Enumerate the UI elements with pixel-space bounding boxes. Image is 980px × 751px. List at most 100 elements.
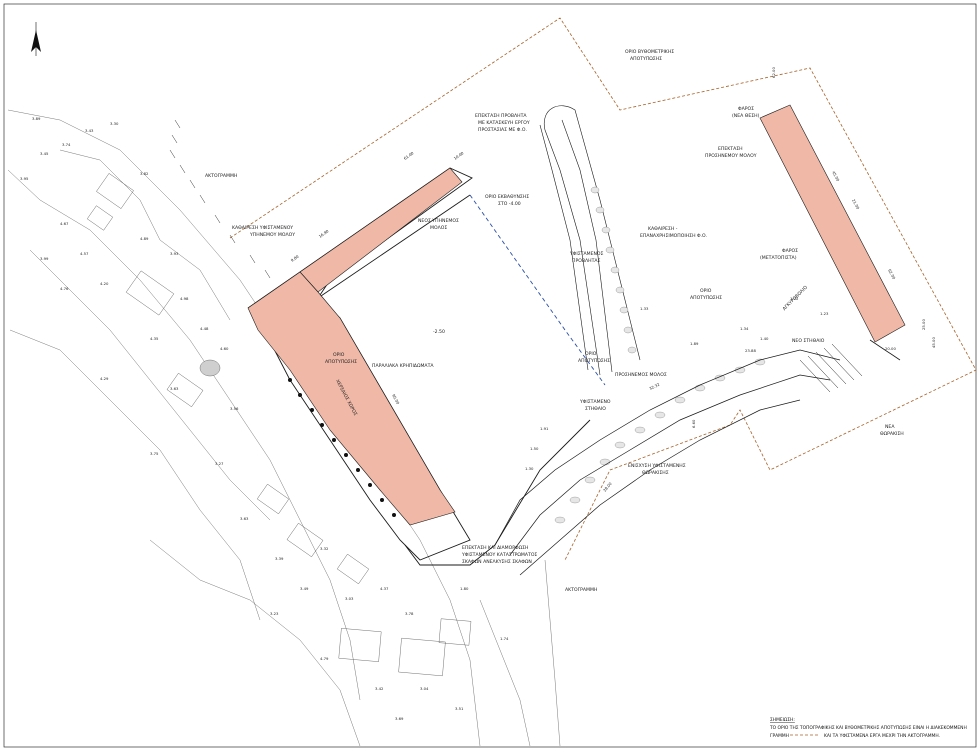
coastline-label-2: ΑΚΤΟΓΡΑΜΜΗ (565, 587, 597, 593)
land-topography (7, 109, 561, 747)
svg-text:ΠΡΟΒΛΗΤΑΣ: ΠΡΟΒΛΗΤΑΣ (572, 258, 601, 264)
new-armour-hatch (799, 343, 863, 393)
svg-text:1.50: 1.50 (530, 446, 539, 451)
dredge-limit-label: ΟΡΙΟ ΕΚΒΑΘΥΝΣΗΣ (485, 194, 529, 200)
svg-text:ΑΠΟΤΥΠΩΣΗΣ: ΑΠΟΤΥΠΩΣΗΣ (630, 56, 662, 62)
svg-text:6.60: 6.60 (691, 419, 696, 428)
svg-text:61.00: 61.00 (403, 150, 415, 161)
svg-text:3.23: 3.23 (270, 611, 279, 616)
svg-text:4.76: 4.76 (60, 286, 69, 291)
notes-block: ΣΗΜΕΙΩΣΗ: ΤΟ ΟΡΙΟ ΤΗΣ ΤΟΠΟΓΡΑΦΙΚΗΣ ΚΑΙ Β… (769, 717, 967, 739)
svg-text:3.63: 3.63 (240, 516, 249, 521)
svg-text:1.30: 1.30 (525, 466, 534, 471)
windward-mole (494, 349, 841, 576)
svg-text:ΜΕ ΚΑΤΑΣΚΕΥΗ ΕΡΓΟΥ: ΜΕ ΚΑΤΑΣΚΕΥΗ ΕΡΓΟΥ (478, 120, 530, 126)
svg-text:3.89: 3.89 (32, 116, 41, 121)
svg-text:1.80: 1.80 (460, 586, 469, 591)
svg-text:1.34: 1.34 (740, 326, 749, 331)
notes-line2b: ΚΑΙ ΤΑ ΥΦΙΣΤΑΜΕΝΑ ΕΡΓΑ ΜΕΧΡΙ ΤΗΝ ΑΚΤΟΓΡΑ… (824, 733, 940, 739)
notes-title: ΣΗΜΕΙΩΣΗ: (770, 717, 795, 723)
svg-text:3.45: 3.45 (40, 151, 49, 156)
breakwater-extension-label: ΕΠΕΚΤΑΣΗ ΠΡΟΒΛΗΤΑ (475, 113, 527, 119)
existing-pier-label: ΥΦΙΣΤΑΜΕΝΟΣ (569, 251, 604, 257)
survey-limit-label-2: ΟΡΙΟ (585, 351, 597, 357)
bathy-limit-label: ΟΡΙΟ ΒΥΘΟΜΕΤΡΙΚΗΣ (625, 49, 674, 55)
svg-text:4.89: 4.89 (140, 236, 149, 241)
svg-text:1.23: 1.23 (820, 311, 829, 316)
removal-label: ΚΑΘΑΙΡΕΣΗ ΥΦΙΣΤΑΜΕΝΟΥ (232, 225, 293, 231)
existing-wall-label: ΥΦΙΣΤΑΜΕΝΟ (579, 399, 611, 405)
svg-text:4.20: 4.20 (100, 281, 109, 286)
svg-text:3.78: 3.78 (405, 611, 414, 616)
svg-text:ΘΩΡΑΚΙΣΗ: ΘΩΡΑΚΙΣΗ (880, 431, 904, 437)
svg-text:4.37: 4.37 (380, 586, 389, 591)
svg-text:ΥΦΙΣΤΑΜΕΝΟΥ ΚΑΤΑΣΤΡΩΜΑΤΟΣ: ΥΦΙΣΤΑΜΕΝΟΥ ΚΑΤΑΣΤΡΩΜΑΤΟΣ (461, 552, 537, 558)
svg-text:10.00: 10.00 (453, 150, 465, 161)
svg-text:ΜΟΛΟΣ: ΜΟΛΟΣ (430, 225, 447, 231)
svg-text:3.69: 3.69 (395, 716, 404, 721)
svg-text:62.00: 62.00 (887, 268, 897, 280)
svg-text:3.56: 3.56 (230, 406, 239, 411)
svg-text:3.04: 3.04 (420, 686, 429, 691)
site-plan: ΑΚΤΟΓΡΑΜΜΗ ΑΚΤΟΓΡΑΜΜΗ ΟΡΙΟ ΒΥΘΟΜΕΤΡΙΚΗΣ … (3, 3, 977, 748)
svg-text:ΣΤΟ -4.00: ΣΤΟ -4.00 (498, 201, 521, 207)
reinforce-armour-label: ΕΝΙΣΧΥΣΗ ΥΦΙΣΤΑΜΕΝΗΣ (628, 463, 686, 469)
new-mole-label: ΝΕΟΣ ΥΠΗΝΕΜΟΣ (418, 218, 459, 224)
svg-text:3.75: 3.75 (150, 451, 159, 456)
cleaning-label: ΚΑΘΑΙΡΕΣΗ - (648, 226, 678, 232)
depth-label: -2.50 (433, 329, 445, 335)
svg-text:3.99: 3.99 (40, 256, 49, 261)
svg-text:(ΜΕΤΑΤΟΠΙΣΤΑ): (ΜΕΤΑΤΟΠΙΣΤΑ) (760, 255, 797, 261)
svg-text:ΑΠΟΤΥΠΩΣΗΣ: ΑΠΟΤΥΠΩΣΗΣ (690, 295, 722, 301)
svg-text:4.48: 4.48 (200, 326, 209, 331)
notes-line2a: ΓΡΑΜΜΗ (770, 733, 789, 739)
svg-text:3.63: 3.63 (170, 386, 179, 391)
svg-text:3.30: 3.30 (110, 121, 119, 126)
svg-text:4.67: 4.67 (60, 221, 69, 226)
lee-mole-extension-label: ΕΠΕΚΤΑΣΗ (718, 146, 743, 152)
svg-text:4.60: 4.60 (220, 346, 229, 351)
svg-text:3.03: 3.03 (345, 596, 354, 601)
quay-walls-label: ΠΑΡΑΛΙΑΚΑ ΚΡΗΠΙΔΩΜΑΤΑ (372, 363, 434, 369)
svg-text:45.00: 45.00 (931, 337, 936, 348)
svg-text:ΑΠΟΤΥΠΩΣΗΣ: ΑΠΟΤΥΠΩΣΗΣ (578, 358, 610, 364)
svg-text:3.42: 3.42 (375, 686, 384, 691)
svg-text:4.79: 4.79 (320, 656, 329, 661)
svg-text:1.74: 1.74 (500, 636, 509, 641)
svg-text:3.74: 3.74 (62, 142, 71, 147)
svg-text:3.32: 3.32 (320, 546, 329, 551)
svg-text:25.00: 25.00 (921, 319, 926, 330)
svg-text:32.32: 32.32 (648, 382, 660, 391)
svg-text:3.39: 3.39 (275, 556, 284, 561)
svg-text:1.89: 1.89 (690, 341, 699, 346)
svg-text:ΥΠΗΝΕΜΟΥ ΜΟΛΟΥ: ΥΠΗΝΕΜΟΥ ΜΟΛΟΥ (249, 232, 295, 238)
svg-text:23.88: 23.88 (745, 348, 756, 353)
windward-mole-extension (759, 104, 906, 343)
svg-text:3.95: 3.95 (20, 176, 29, 181)
svg-text:4.98: 4.98 (180, 296, 189, 301)
svg-text:4.29: 4.29 (100, 376, 109, 381)
svg-text:ΘΩΡΑΚΙΣΗΣ: ΘΩΡΑΚΙΣΗΣ (642, 470, 669, 476)
svg-text:3.49: 3.49 (300, 586, 309, 591)
svg-text:3.51: 3.51 (455, 706, 464, 711)
svg-text:16.90: 16.90 (318, 228, 330, 239)
svg-text:(ΝΕΑ ΘΕΣΗ): (ΝΕΑ ΘΕΣΗ) (732, 113, 760, 119)
rock-shoreline (169, 119, 271, 279)
survey-limit-label-3: ΟΡΙΟ (333, 352, 345, 358)
svg-text:1.72: 1.72 (790, 296, 799, 301)
svg-text:1.33: 1.33 (640, 306, 649, 311)
svg-text:4.35: 4.35 (150, 336, 159, 341)
new-armour-label: ΝΕΑ (885, 424, 895, 430)
survey-limit-label: ΟΡΙΟ (700, 288, 712, 294)
svg-text:3.27: 3.27 (215, 461, 224, 466)
svg-text:21.00: 21.00 (851, 198, 861, 210)
north-arrow-icon (31, 22, 41, 56)
coastline-label: ΑΚΤΟΓΡΑΜΜΗ (205, 173, 237, 179)
svg-text:3.82: 3.82 (140, 171, 149, 176)
svg-text:4.57: 4.57 (80, 251, 89, 256)
svg-text:ΣΚΑΦΩΝ ΑΝΕΛΚΥΣΗΣ ΣΚΑΦΩΝ: ΣΚΑΦΩΝ ΑΝΕΛΚΥΣΗΣ ΣΚΑΦΩΝ (462, 559, 532, 565)
svg-text:90.00: 90.00 (391, 393, 401, 405)
svg-text:20.00: 20.00 (885, 346, 896, 351)
lee-mole-name: ΠΡΟΣΗΝΕΜΟΣ ΜΟΛΟΣ (615, 372, 667, 378)
svg-text:9.80: 9.80 (290, 254, 300, 263)
